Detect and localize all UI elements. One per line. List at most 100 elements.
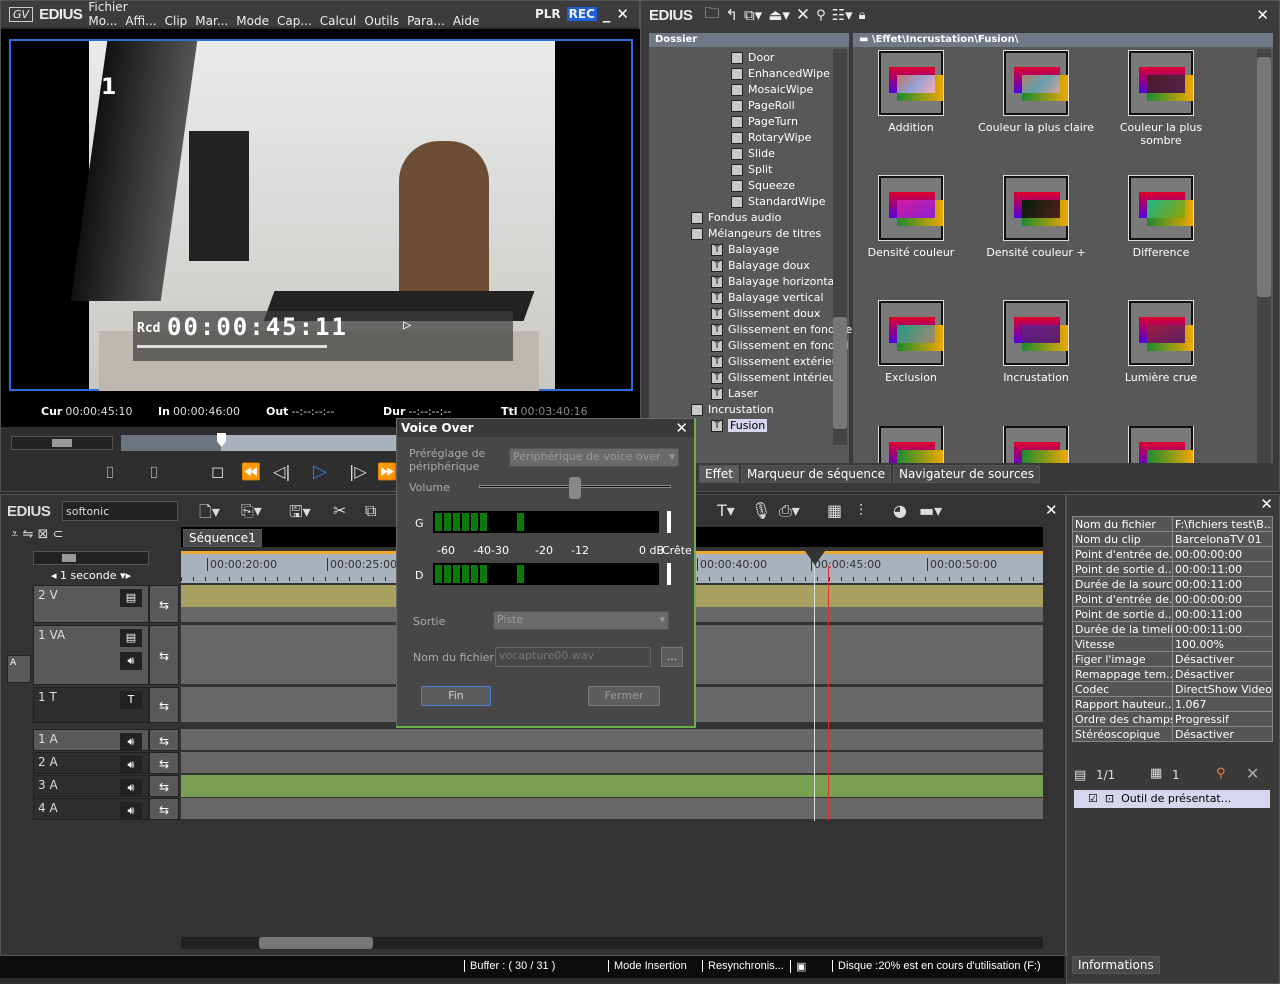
sync-toggle-icon[interactable]: ⇆ xyxy=(149,729,179,751)
save-icon[interactable]: 🖫▾ xyxy=(289,501,311,528)
menu-item[interactable]: Mode xyxy=(236,14,269,28)
fermer-button[interactable]: Fermer xyxy=(588,686,660,706)
mixer-icon[interactable]: ⫶ xyxy=(859,501,863,521)
tree-item[interactable]: Mélangeurs de titres xyxy=(691,227,821,240)
view-mode-icon[interactable]: ☷▾ xyxy=(832,6,853,24)
video-preview[interactable]: 1 Rcd 00:00:45:11 ▷ xyxy=(9,39,633,391)
effects-scrollbar[interactable] xyxy=(1257,49,1271,463)
sync-toggle-icon[interactable]: ⇆ xyxy=(149,687,179,723)
title-track-icon[interactable]: T xyxy=(120,691,142,709)
menu-item[interactable]: Affi... xyxy=(125,14,156,28)
mark-out-button[interactable]: ⌷ xyxy=(149,463,159,483)
search-icon[interactable]: ⚲ xyxy=(816,8,826,23)
effect-item[interactable]: Difference xyxy=(1099,175,1223,259)
sync-toggle-icon[interactable]: ⇆ xyxy=(149,775,179,797)
menu-item[interactable]: Cap... xyxy=(277,14,312,28)
resync-status[interactable]: Resynchronis... xyxy=(702,960,784,972)
delete-effect-icon[interactable]: ✕ xyxy=(1246,764,1259,783)
menu-item[interactable]: Mar... xyxy=(195,14,228,28)
menu-item[interactable]: Clip xyxy=(165,14,188,28)
informations-tab[interactable]: Informations xyxy=(1072,956,1160,974)
effect-item[interactable]: Incrustation xyxy=(974,300,1098,384)
position-bar[interactable] xyxy=(121,433,401,451)
tree-item[interactable]: PageRoll xyxy=(731,99,795,112)
tree-item[interactable]: T Glissement doux xyxy=(711,307,820,320)
sequence-tab[interactable]: Séquence1 xyxy=(183,529,262,547)
tree-item[interactable]: T Glissement extérieur xyxy=(711,355,843,368)
sync-toggle-icon[interactable]: ⇆ xyxy=(149,585,179,623)
tab-2[interactable]: Navigateur de sources xyxy=(892,465,1041,483)
track-header[interactable]: 1 A 🔊︎ xyxy=(33,729,149,751)
close-button[interactable]: ✕ xyxy=(616,5,629,23)
tree-scrollbar[interactable] xyxy=(833,49,847,445)
track-header[interactable]: 4 A 🔊︎ xyxy=(33,798,149,820)
cut-icon[interactable]: ✂ xyxy=(333,501,346,520)
effect-item[interactable]: Lumière crue xyxy=(1099,300,1223,384)
track-header[interactable]: 2 A 🔊︎ xyxy=(33,752,149,774)
horizontal-scrollbar[interactable] xyxy=(181,937,1043,949)
rewind-button[interactable]: ⏪ xyxy=(241,462,261,481)
rec-button[interactable]: REC xyxy=(566,7,597,21)
effect-item[interactable]: Couleur la plus sombre xyxy=(1099,50,1223,147)
effect-item[interactable] xyxy=(1099,426,1223,463)
jog-slider[interactable] xyxy=(11,436,113,450)
copy-icon[interactable]: ⧉ xyxy=(365,501,376,521)
fast-forward-button[interactable]: ⏩ xyxy=(377,462,397,481)
multicam-icon[interactable]: ▦ xyxy=(827,501,842,520)
effect-item[interactable]: Couleur la plus claire xyxy=(974,50,1098,134)
track-header[interactable]: 1 T T xyxy=(33,687,149,723)
close-button[interactable]: ✕ xyxy=(1256,6,1269,24)
layer-list-item[interactable]: ☑ ⊡ Outil de présentat... xyxy=(1074,790,1270,808)
tree-item[interactable]: EnhancedWipe xyxy=(731,67,830,80)
audio-channel-map[interactable]: A xyxy=(7,655,31,683)
audio-mute-icon[interactable]: 🔊︎ xyxy=(120,802,142,820)
tree-item[interactable]: T Balayage vertical xyxy=(711,291,824,304)
tree-item[interactable]: MosaicWipe xyxy=(731,83,813,96)
track-lane[interactable] xyxy=(181,798,1043,820)
lock-icon[interactable]: 🔒︎ xyxy=(859,8,866,23)
project-name-field[interactable]: softonic xyxy=(62,501,178,521)
import-icon[interactable]: ⏏▾ xyxy=(768,6,790,24)
tree-item[interactable]: T Balayage doux xyxy=(711,259,810,272)
fin-button[interactable]: Fin xyxy=(421,686,491,706)
audio-mute-icon[interactable]: 🔊︎ xyxy=(120,652,142,670)
menu-item[interactable]: Fichier Mo... xyxy=(88,0,127,28)
step-back-button[interactable]: ◁| xyxy=(273,462,291,481)
tree-item[interactable]: RotaryWipe xyxy=(731,131,811,144)
voice-over-mic-icon[interactable]: 🎙︎ xyxy=(751,501,771,520)
export-icon[interactable]: ⎙▾ xyxy=(779,501,800,521)
effect-item[interactable] xyxy=(849,426,973,463)
audio-mute-icon[interactable]: 🔊︎ xyxy=(120,779,142,797)
effect-item[interactable]: Addition xyxy=(849,50,973,134)
step-forward-button[interactable]: |▷ xyxy=(349,462,367,481)
tree-item[interactable]: T Balayage xyxy=(711,243,779,256)
filename-field[interactable]: vocapture00.wav xyxy=(495,647,651,667)
new-sequence-icon[interactable]: 🗋▾ xyxy=(199,501,220,528)
tree-item[interactable]: Fondus audio xyxy=(691,211,781,224)
browse-button[interactable]: ... xyxy=(661,647,683,667)
tree-item[interactable]: StandardWipe xyxy=(731,195,825,208)
effect-item[interactable]: Exclusion xyxy=(849,300,973,384)
track-header[interactable]: 2 V ▤ xyxy=(33,585,149,623)
menu-item[interactable]: Aide xyxy=(453,14,480,28)
effect-item[interactable] xyxy=(974,426,1098,463)
menu-item[interactable]: Para... xyxy=(407,14,445,28)
folder-move-icon[interactable]: ⧉▾ xyxy=(744,6,762,24)
preset-dropdown[interactable]: Périphérique de voice over ▾ xyxy=(509,448,679,467)
tree-item[interactable]: T Glissement intérieur xyxy=(711,371,840,384)
title-icon[interactable]: T▾ xyxy=(717,501,735,520)
open-project-icon[interactable]: ⎘▾ xyxy=(241,501,262,521)
tree-item[interactable]: PageTurn xyxy=(731,115,798,128)
volume-slider-thumb[interactable] xyxy=(569,477,581,499)
mark-in-button[interactable]: ⌷ xyxy=(105,463,115,483)
delete-icon[interactable]: ✕ xyxy=(796,5,810,25)
tree-item[interactable]: Split xyxy=(731,163,772,176)
track-lane[interactable] xyxy=(181,729,1043,751)
effect-item[interactable]: Densité couleur + xyxy=(974,175,1098,259)
clip[interactable] xyxy=(181,775,1043,797)
track-header[interactable]: 1 VA ▤ 🔊︎ xyxy=(33,625,149,685)
up-folder-icon[interactable]: ↰ xyxy=(725,6,738,24)
tree-item[interactable]: Incrustation xyxy=(691,403,774,416)
effect-item[interactable]: Densité couleur xyxy=(849,175,973,259)
scale-selector[interactable]: ◂ 1 seconde ▾▸ xyxy=(33,569,149,585)
